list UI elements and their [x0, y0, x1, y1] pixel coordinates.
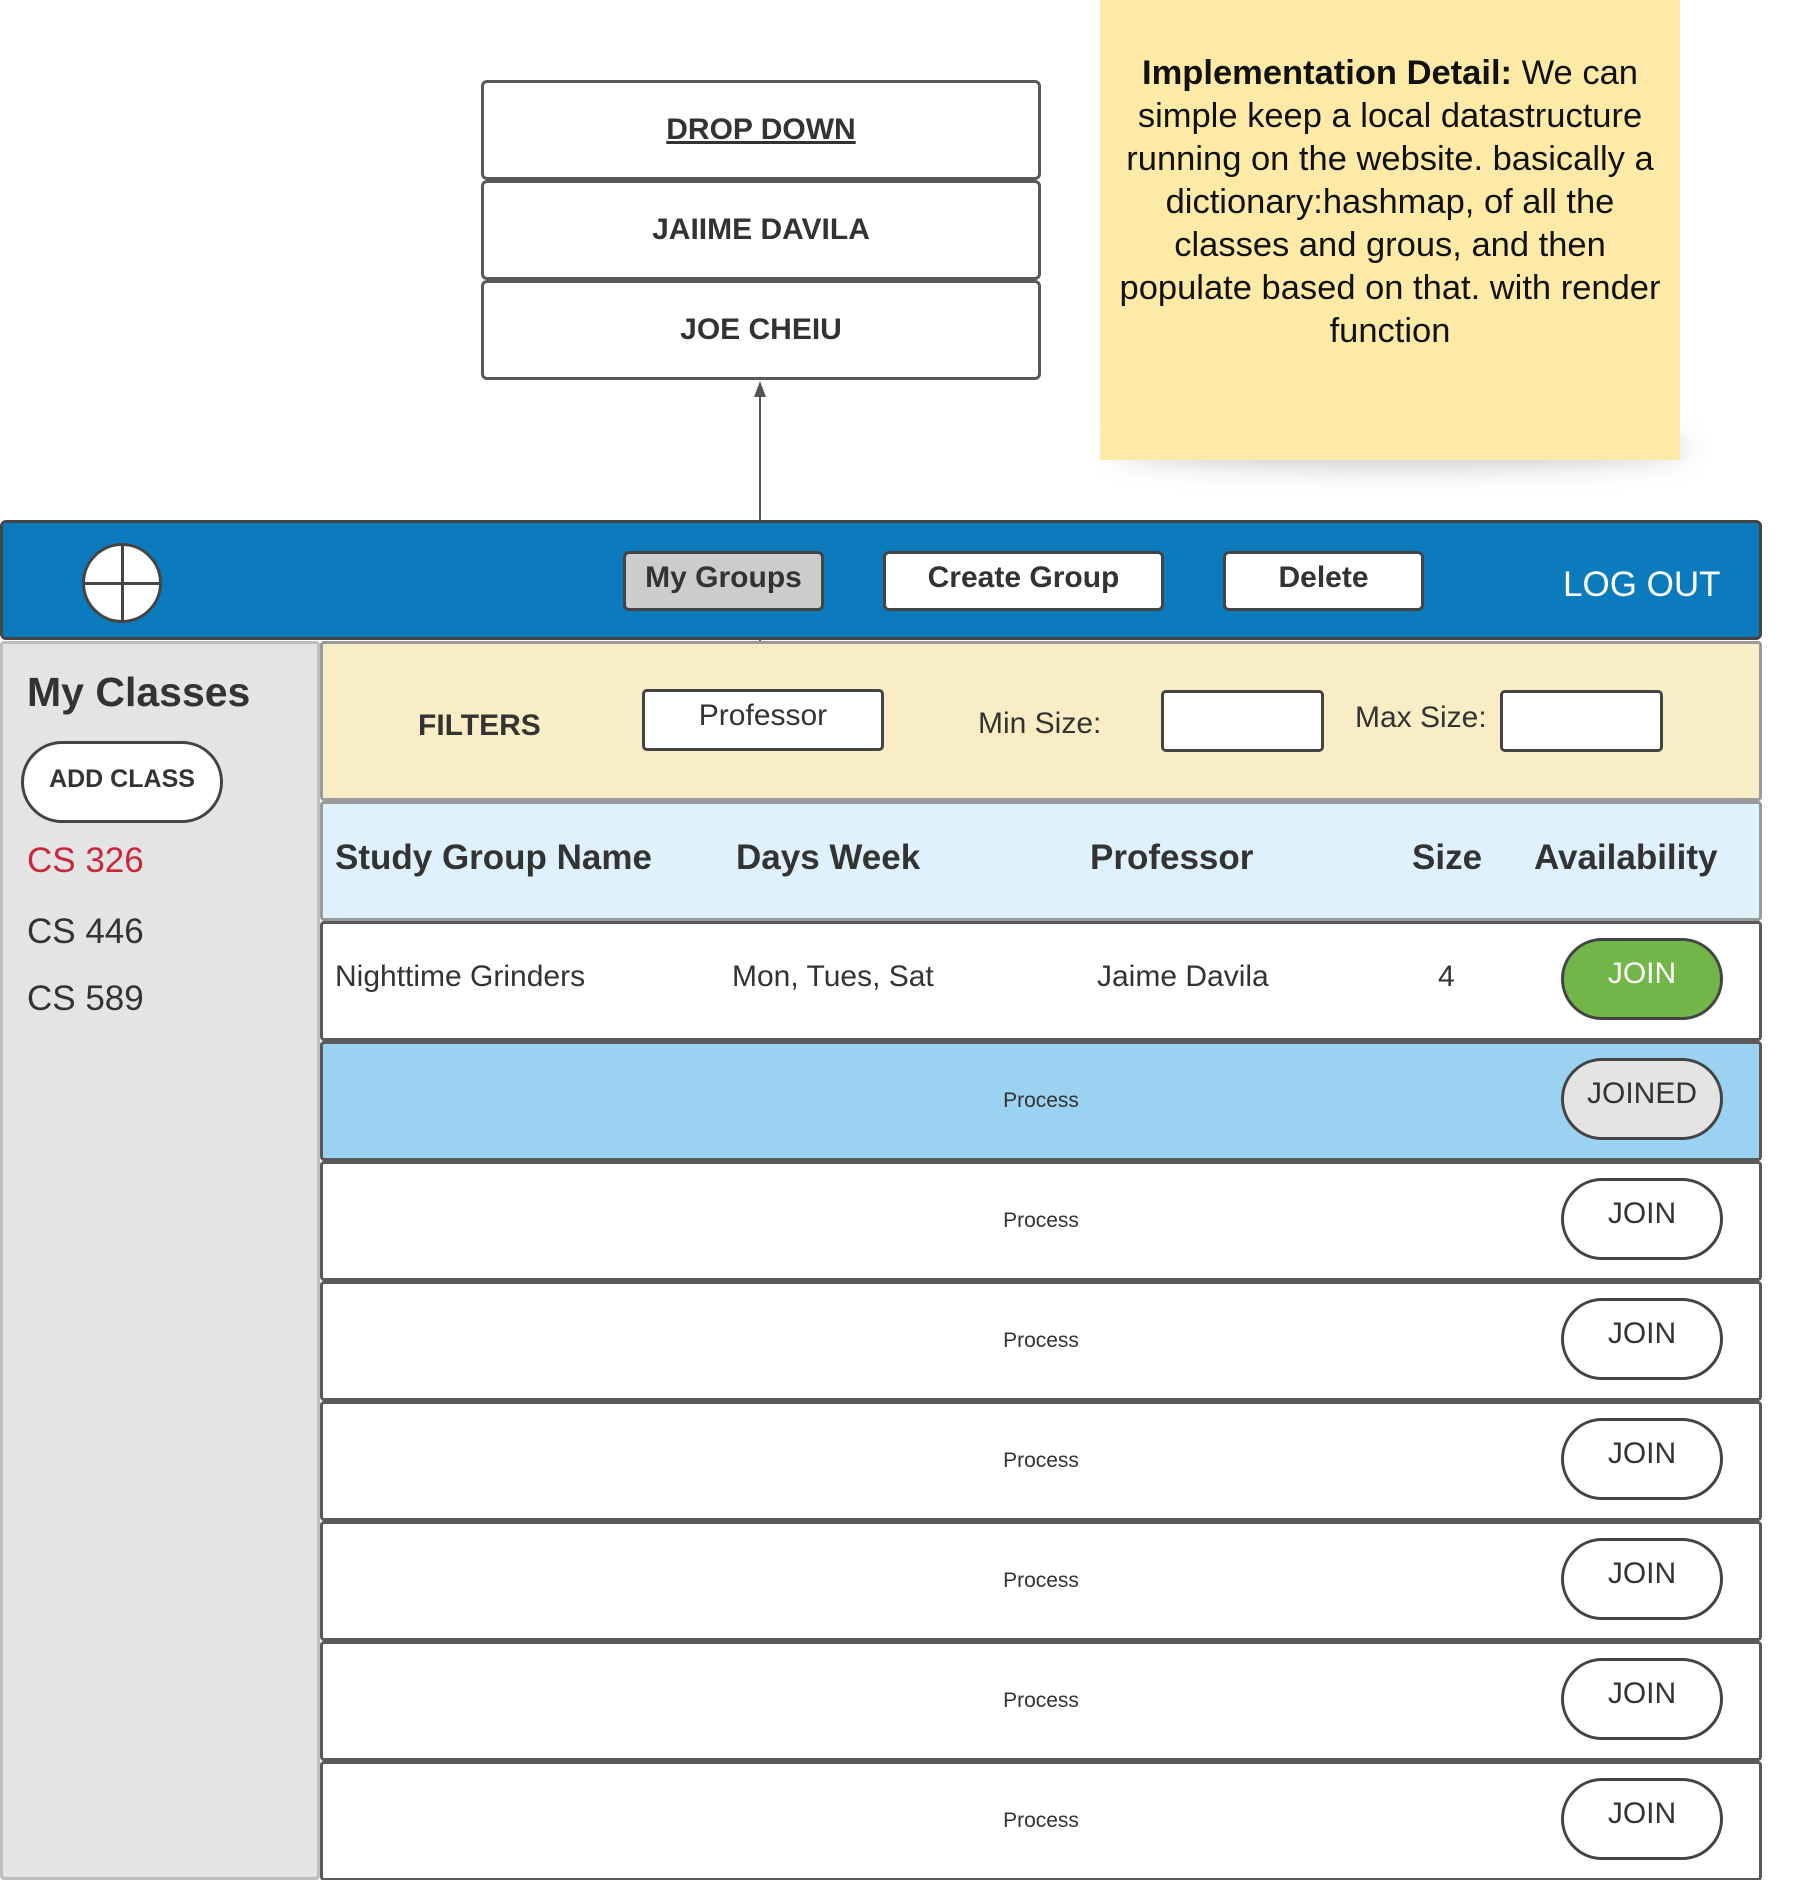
table-row[interactable]: Process JOIN [320, 1281, 1762, 1401]
max-size-input[interactable] [1500, 690, 1663, 752]
sidebar-item-cs-326[interactable]: CS 326 [27, 841, 144, 881]
row-placeholder-text: Process [1003, 1209, 1079, 1232]
table-header: Study Group Name Days Week Professor Siz… [320, 801, 1762, 921]
min-size-input[interactable] [1161, 690, 1324, 752]
filters-label: FILTERS [418, 709, 541, 742]
table-row[interactable]: Process JOIN [320, 1161, 1762, 1281]
table-row[interactable]: Process JOIN [320, 1401, 1762, 1521]
joined-button[interactable]: JOINED [1561, 1058, 1723, 1140]
column-header-professor: Professor [1090, 838, 1254, 877]
sidebar-title: My Classes [27, 669, 251, 715]
row-placeholder-text: Process [1003, 1689, 1079, 1712]
row-placeholder-text: Process [1003, 1449, 1079, 1472]
join-button[interactable]: JOIN [1561, 1298, 1723, 1380]
max-size-label: Max Size: [1355, 701, 1487, 734]
row-placeholder-text: Process [1003, 1809, 1079, 1832]
delete-button[interactable]: Delete [1223, 551, 1424, 611]
days-cell: Mon, Tues, Sat [732, 960, 934, 993]
sticky-note: Implementation Detail: We can simple kee… [1100, 0, 1680, 460]
column-header-size: Size [1412, 838, 1483, 877]
join-button[interactable]: JOIN [1561, 1538, 1723, 1620]
dropdown-title: DROP DOWN [666, 113, 856, 146]
sidebar-item-cs-446[interactable]: CS 446 [27, 912, 144, 952]
join-button[interactable]: JOIN [1561, 1178, 1723, 1260]
dropdown-title-box: DROP DOWN [481, 80, 1041, 180]
row-placeholder-text: Process [1003, 1329, 1079, 1352]
min-size-label: Min Size: [978, 707, 1102, 740]
table-row[interactable]: Nighttime Grinders Mon, Tues, Sat Jaime … [320, 921, 1762, 1041]
row-placeholder-text: Process [1003, 1569, 1079, 1592]
join-button[interactable]: JOIN [1561, 938, 1723, 1020]
table-row[interactable]: Process JOIN [320, 1521, 1762, 1641]
row-placeholder-text: Process [1003, 1089, 1079, 1112]
filters-bar: FILTERS Professor Min Size: Max Size: [320, 641, 1762, 801]
table-row[interactable]: Process JOIN [320, 1761, 1762, 1880]
logout-link[interactable]: LOG OUT [1563, 565, 1721, 605]
size-cell: 4 [1438, 960, 1455, 993]
join-button[interactable]: JOIN [1561, 1658, 1723, 1740]
column-header-availability: Availability [1534, 838, 1718, 877]
table-row[interactable]: Process JOIN [320, 1641, 1762, 1761]
my-groups-button[interactable]: My Groups [623, 551, 824, 611]
crosshair-circle-icon[interactable] [82, 543, 162, 623]
top-navigation-bar: My Groups Create Group Delete LOG OUT [0, 520, 1762, 640]
dropdown-option-1[interactable]: JAIIME DAVILA [481, 180, 1041, 280]
dropdown-option-2[interactable]: JOE CHEIU [481, 280, 1041, 380]
column-header-days: Days Week [736, 838, 921, 877]
professor-cell: Jaime Davila [1097, 960, 1269, 993]
note-label: Implementation Detail: [1142, 54, 1513, 92]
group-name-cell: Nighttime Grinders [335, 960, 586, 993]
join-button[interactable]: JOIN [1561, 1778, 1723, 1860]
sidebar: My Classes ADD CLASS CS 326 CS 446 CS 58… [0, 641, 320, 1880]
sidebar-item-cs-589[interactable]: CS 589 [27, 979, 144, 1019]
column-header-name: Study Group Name [335, 838, 652, 877]
join-button[interactable]: JOIN [1561, 1418, 1723, 1500]
add-class-button[interactable]: ADD CLASS [21, 741, 223, 823]
create-group-button[interactable]: Create Group [883, 551, 1164, 611]
note-text: We can simple keep a local datastructure… [1119, 54, 1661, 350]
professor-filter-button[interactable]: Professor [642, 689, 884, 751]
table-row-selected[interactable]: Process JOINED [320, 1041, 1762, 1161]
